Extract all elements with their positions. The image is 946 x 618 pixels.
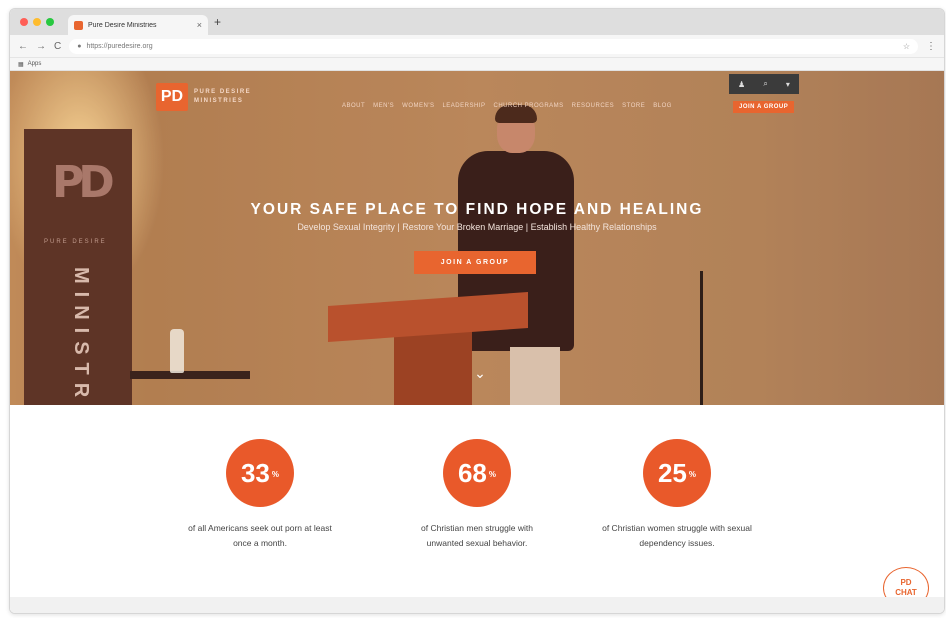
stat-desc-line-2: once a month.: [233, 538, 287, 548]
nav-item-about[interactable]: ABOUT: [342, 103, 365, 109]
browser-menu-icon[interactable]: ⋮: [926, 41, 936, 52]
browser-tab[interactable]: Pure Desire Ministries ×: [68, 15, 208, 35]
url-text: https://puredesire.org: [86, 42, 153, 50]
stat-item: 68 % of Christian men struggle with unwa…: [377, 439, 577, 551]
bookmark-star-icon[interactable]: ☆: [903, 42, 910, 51]
page-footer-strip: [10, 597, 944, 613]
nav-item-resources[interactable]: RESOURCES: [572, 103, 615, 109]
stat-description: of Christian men struggle with unwanted …: [377, 521, 577, 551]
stat-unit: %: [488, 469, 497, 479]
logo-line-2: MINISTRIES: [194, 98, 244, 104]
logo-mark: PD: [156, 83, 188, 111]
stat-desc-line-1: of all Americans seek out porn at least: [188, 523, 332, 533]
nav-item-mens[interactable]: MEN'S: [373, 103, 394, 109]
tab-title: Pure Desire Ministries: [88, 21, 157, 29]
nav-item-store[interactable]: STORE: [622, 103, 645, 109]
back-button[interactable]: ←: [18, 41, 28, 52]
nav-item-church-programs[interactable]: CHURCH PROGRAMS: [493, 103, 563, 109]
search-icon[interactable]: ⌕: [763, 79, 767, 89]
stat-description: of all Americans seek out porn at least …: [160, 521, 360, 551]
nav-item-blog[interactable]: BLOG: [653, 103, 672, 109]
nav-item-leadership[interactable]: LEADERSHIP: [442, 103, 485, 109]
site-logo[interactable]: PD PURE DESIRE MINISTRIES: [156, 83, 251, 111]
reload-button[interactable]: C: [54, 41, 61, 52]
stat-circle: 68 %: [443, 439, 511, 507]
tab-close-icon[interactable]: ×: [197, 20, 202, 30]
user-icon[interactable]: ♟: [738, 80, 745, 89]
banner-text: PURE DESIRE: [44, 239, 107, 245]
stat-value: 25: [657, 457, 687, 488]
nav-item-womens[interactable]: WOMEN'S: [402, 103, 434, 109]
hero-headline: YOUR SAFE PLACE TO FIND HOPE AND HEALING: [250, 201, 704, 218]
bookmarks-bar: ▦ Apps: [10, 58, 944, 71]
forward-button[interactable]: →: [36, 41, 46, 52]
window-controls: [20, 18, 54, 26]
stat-desc-line-2: dependency issues.: [639, 538, 715, 548]
banner-vertical-text: MINISTRIES: [70, 267, 92, 405]
side-table-image: [130, 371, 250, 379]
chat-line-1: PD: [900, 578, 912, 587]
address-bar-row: ← → C ● https://puredesire.org ☆ ⋮: [10, 35, 944, 58]
favicon-icon: [74, 20, 83, 30]
hero-section: PD PURE DESIRE MINISTRIES PD PURE DESIRE…: [10, 71, 944, 405]
main-nav: ABOUT MEN'S WOMEN'S LEADERSHIP CHURCH PR…: [342, 103, 672, 109]
url-input[interactable]: ● https://puredesire.org ☆: [69, 38, 918, 54]
utility-bar: ♟ ⌕ ▾: [729, 74, 799, 94]
cart-icon[interactable]: ▾: [786, 80, 790, 89]
hero-subline: Develop Sexual Integrity | Restore Your …: [297, 222, 657, 232]
ministries-banner: PD PURE DESIRE MINISTRIES: [24, 129, 132, 405]
tab-strip: Pure Desire Ministries × +: [10, 9, 944, 35]
stat-item: 33 % of all Americans seek out porn at l…: [160, 439, 360, 551]
browser-window: Pure Desire Ministries × + ← → C ● https…: [9, 8, 945, 614]
close-window-button[interactable]: [20, 18, 28, 26]
new-tab-button[interactable]: +: [214, 15, 221, 29]
water-bottle-image: [170, 329, 184, 373]
stat-circle: 25 %: [643, 439, 711, 507]
stat-item: 25 % of Christian women struggle with se…: [577, 439, 777, 551]
stat-description: of Christian women struggle with sexual …: [577, 521, 777, 551]
apps-grid-icon: ▦: [18, 61, 24, 68]
stat-unit: %: [688, 469, 697, 479]
mic-stand-image: [700, 271, 703, 405]
minimize-window-button[interactable]: [33, 18, 41, 26]
logo-line-1: PURE DESIRE: [194, 89, 252, 95]
podium-image: [328, 292, 528, 405]
stat-desc-line-1: of Christian men struggle with: [421, 523, 533, 533]
stat-value: 68: [457, 457, 487, 488]
hero-join-group-button[interactable]: JOIN A GROUP: [414, 251, 536, 274]
stat-value: 33: [240, 457, 270, 488]
scroll-down-chevron-icon[interactable]: ⌄: [470, 365, 490, 381]
lock-icon: ●: [77, 42, 82, 50]
nav-join-group-button[interactable]: JOIN A GROUP: [733, 101, 795, 113]
stat-desc-line-2: unwanted sexual behavior.: [426, 538, 528, 548]
stats-section: 33 % of all Americans seek out porn at l…: [10, 405, 944, 613]
stat-circle: 33 %: [226, 439, 294, 507]
logo-words: PURE DESIRE MINISTRIES: [194, 88, 251, 106]
stat-desc-line-1: of Christian women struggle with sexual: [602, 523, 752, 533]
maximize-window-button[interactable]: [46, 18, 54, 26]
stat-unit: %: [271, 469, 280, 479]
bookmark-apps[interactable]: Apps: [28, 61, 42, 67]
